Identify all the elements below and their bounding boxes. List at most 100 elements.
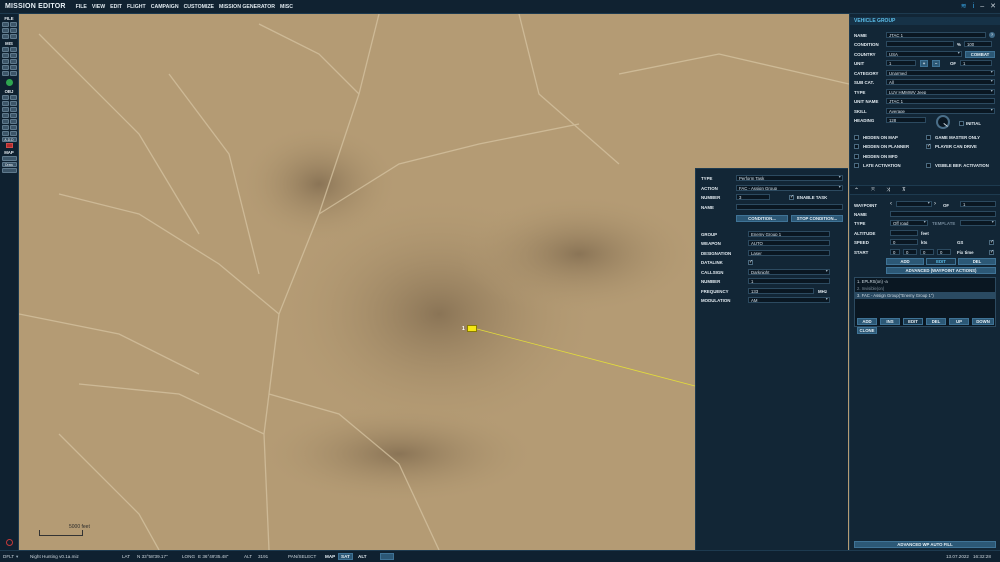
help-icon[interactable]: ? <box>989 32 995 38</box>
measure-icon[interactable] <box>9 125 17 130</box>
condition-field[interactable]: 100 <box>964 41 992 47</box>
unit-field[interactable]: 1 <box>886 60 916 66</box>
template-icon[interactable] <box>9 107 17 112</box>
alt-view-button[interactable]: ALT <box>355 553 370 560</box>
layers-toggle-icon[interactable] <box>380 553 394 560</box>
menu-flight[interactable]: FLIGHT <box>127 4 146 10</box>
sat-view-button[interactable]: SAT <box>338 553 353 560</box>
farp-icon[interactable] <box>9 119 17 124</box>
prev-waypoint-icon[interactable]: ‹ <box>890 201 892 207</box>
map-view-button[interactable]: MAP <box>322 553 338 560</box>
enable-task-checkbox[interactable] <box>789 194 794 200</box>
initial-checkbox[interactable] <box>959 121 964 126</box>
plane-icon[interactable] <box>1 95 9 100</box>
fix-time-checkbox[interactable] <box>989 249 994 255</box>
condition-button[interactable]: CONDITION... <box>736 215 788 222</box>
trigger-zone-icon[interactable] <box>1 113 9 118</box>
unit-remove-button[interactable]: − <box>932 60 940 67</box>
ship-icon[interactable] <box>1 101 9 106</box>
dropdown-arrow-icon[interactable]: ▾ <box>16 554 18 560</box>
country-select[interactable]: USA <box>886 51 962 57</box>
wp-edit-button[interactable]: EDIT <box>926 258 956 265</box>
start-minute-field[interactable]: 0 <box>920 249 934 255</box>
action-add-button[interactable]: ADD <box>857 318 877 325</box>
filter-icon[interactable] <box>9 131 17 136</box>
checklist-icon[interactable] <box>9 65 17 70</box>
task-action-select[interactable]: FAC - Assign Group <box>736 185 843 191</box>
speed-field[interactable]: 0 <box>890 239 918 245</box>
player-can-drive-checkbox[interactable] <box>926 143 931 149</box>
skill-select[interactable]: Average <box>886 108 995 114</box>
group-field[interactable]: Enemy Group 1 <box>748 231 830 237</box>
menu-customize[interactable]: CUSTOMIZE <box>184 4 214 10</box>
weather-icon[interactable] <box>9 47 17 52</box>
menu-file[interactable]: FILE <box>76 4 87 10</box>
minimize-icon[interactable]: – <box>980 3 984 10</box>
start-second-field[interactable]: 0 <box>937 249 951 255</box>
template-select[interactable] <box>960 220 996 226</box>
menu-misc[interactable]: MISC <box>280 4 293 10</box>
start-hour-field[interactable]: 0 <box>903 249 917 255</box>
goals-icon[interactable] <box>9 53 17 58</box>
next-waypoint-icon[interactable]: › <box>934 201 936 207</box>
warehouse-icon[interactable] <box>9 71 17 76</box>
altitude-field[interactable] <box>890 230 918 236</box>
game-master-only-checkbox[interactable] <box>926 135 931 140</box>
unit-of-field[interactable]: 1 <box>960 60 992 66</box>
statics-icon[interactable] <box>1 71 9 76</box>
helicopter-icon[interactable] <box>9 95 17 100</box>
action-item[interactable]: 1. EPLRS(on) -a <box>855 278 995 285</box>
menu-mission-generator[interactable]: MISSION GENERATOR <box>219 4 275 10</box>
late-activation-checkbox[interactable] <box>854 163 859 168</box>
wp-type-select[interactable]: Off road <box>890 220 928 226</box>
summary-tab-icon[interactable]: ⊼ <box>902 187 906 193</box>
options-icon[interactable] <box>1 59 9 64</box>
hidden-on-map-checkbox[interactable] <box>854 135 859 140</box>
type-select[interactable]: LUV HMMWV Jeep <box>886 89 995 95</box>
modulation-select[interactable]: AM <box>748 297 830 303</box>
waypoint-of-field[interactable]: 1 <box>960 201 996 207</box>
menu-campaign[interactable]: CAMPAIGN <box>151 4 179 10</box>
heading-dial[interactable] <box>936 115 950 129</box>
action-down-button[interactable]: DOWN <box>972 318 994 325</box>
start-day-field[interactable]: 0 <box>890 249 900 255</box>
record-icon[interactable] <box>5 143 13 148</box>
static-object-icon[interactable] <box>1 107 9 112</box>
coalition-icon[interactable] <box>1 65 9 70</box>
action-item[interactable]: 3. FAC - Assign Group("Enemy Group 1") <box>855 292 995 299</box>
group-name-input[interactable]: JTAC 1 <box>886 32 986 38</box>
resources-icon[interactable] <box>9 59 17 64</box>
briefing-icon[interactable] <box>1 47 9 52</box>
close-icon[interactable]: ✕ <box>990 2 996 10</box>
wp-add-button[interactable]: ADD <box>886 258 924 265</box>
visible-before-activation-checkbox[interactable] <box>926 163 931 168</box>
hidden-on-mfd-checkbox[interactable] <box>854 154 859 159</box>
callsign-select[interactable]: Darknight <box>748 269 830 275</box>
category-select[interactable]: Unarmed <box>886 70 995 76</box>
stop-condition-button[interactable]: STOP CONDITION... <box>791 215 843 222</box>
heading-field[interactable]: 128 <box>886 117 926 123</box>
draw-button[interactable]: Draw <box>1 162 17 167</box>
open-icon[interactable] <box>9 22 17 27</box>
map-options-icon[interactable] <box>1 156 17 161</box>
number2-field[interactable]: 1 <box>748 278 830 284</box>
route-tab-icon[interactable]: ⌃ <box>854 187 859 194</box>
unit-name-input[interactable]: JTAC 1 <box>886 98 995 104</box>
gs-checkbox[interactable] <box>989 239 994 245</box>
layers-icon[interactable] <box>1 131 9 136</box>
save-icon[interactable] <box>1 28 9 33</box>
subcat-select[interactable]: All <box>886 79 995 85</box>
map-toggle-icon[interactable] <box>1 168 17 173</box>
designation-field[interactable]: Laser <box>748 250 830 256</box>
action-clone-button[interactable]: CLONE <box>857 327 877 334</box>
advanced-wp-autofill-button[interactable]: ADVANCED WP AUTO FILL <box>854 541 996 548</box>
advanced-waypoint-actions-button[interactable]: ADVANCED (WAYPOINT ACTIONS) <box>886 267 996 274</box>
waypoint-select[interactable] <box>896 201 932 207</box>
vehicle-icon[interactable] <box>9 101 17 106</box>
menu-view[interactable]: VIEW <box>92 4 105 10</box>
datalink-checkbox[interactable] <box>748 259 753 265</box>
wp-del-button[interactable]: DEL <box>958 258 996 265</box>
combat-button[interactable]: COMBAT <box>965 51 995 58</box>
add-button[interactable]: A-D-D <box>1 137 17 142</box>
task-number-field[interactable]: 3 <box>736 194 770 200</box>
